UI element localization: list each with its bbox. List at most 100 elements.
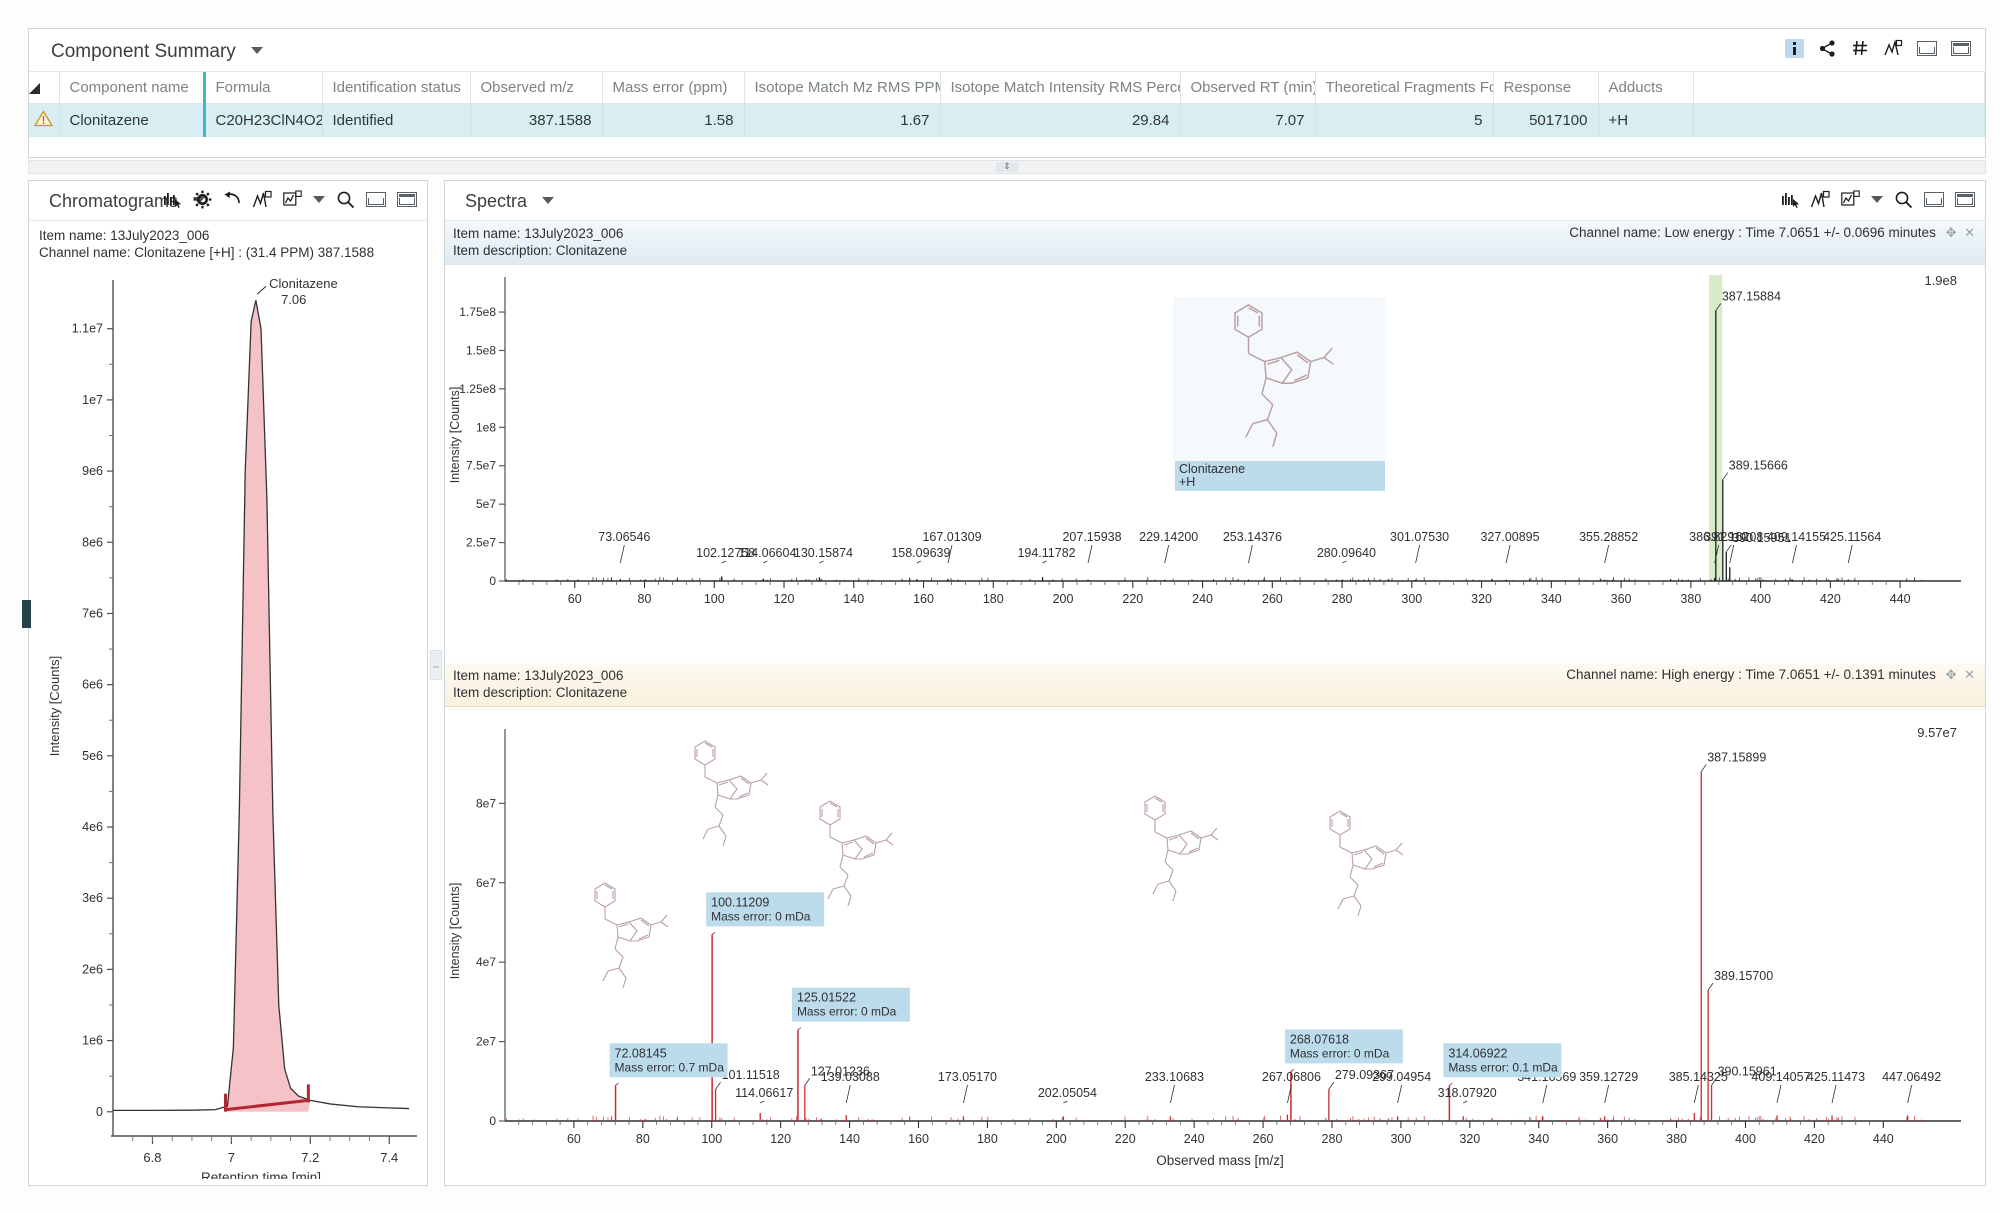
- high-energy-spectrum-plot[interactable]: 9.57e7 0 2e7 4e7 6e7 8e7 60 80 100 120 140 160 180 20…: [445, 707, 1985, 1207]
- x-tick-label: 200: [1046, 1132, 1067, 1146]
- fragment-mass-error-label: Mass error: 0 mDa: [711, 909, 811, 923]
- high-energy-spectrum-section: Item name: 13July2023_006 Item descripti…: [445, 663, 1985, 1185]
- fragment-structure-4: [1144, 795, 1219, 902]
- chromatograms-toolbar: [163, 190, 417, 209]
- peak-mz-label: 202.05054: [1038, 1086, 1097, 1100]
- maximize-window-icon[interactable]: [397, 192, 417, 207]
- peak-annotate-icon[interactable]: [253, 190, 272, 209]
- chevron-down-icon[interactable]: [542, 197, 555, 204]
- restore-window-icon[interactable]: [1924, 192, 1944, 207]
- chevron-down-icon[interactable]: [313, 196, 325, 203]
- peak-mz-label: 391.16208: [1704, 530, 1763, 544]
- chromatograms-panel: Chromatograms Item name: 13July2023_006 …: [28, 180, 428, 1186]
- x-tick-label: 300: [1390, 1132, 1411, 1146]
- chevron-down-icon[interactable]: [1871, 196, 1883, 203]
- x-tick-label: 60: [567, 1132, 581, 1146]
- col-isotope-match-mz-rms-ppm[interactable]: Isotope Match Mz RMS PPM: [744, 72, 941, 104]
- bar-pick-icon[interactable]: [1781, 190, 1800, 209]
- x-tick-label: 220: [1122, 592, 1143, 606]
- col-observed-mz[interactable]: Observed m/z: [470, 72, 603, 104]
- component-summary-title-text: Component Summary: [51, 41, 236, 62]
- col-isotope-match-intensity-rms-percent[interactable]: Isotope Match Intensity RMS Percent: [940, 72, 1181, 104]
- col-mass-error-ppm[interactable]: Mass error (ppm): [602, 72, 745, 104]
- x-axis-label: Observed mass [m/z]: [1156, 1153, 1284, 1168]
- x-tick-label: 320: [1471, 592, 1492, 606]
- zoom-icon[interactable]: [336, 190, 355, 209]
- peak-mz-label: 299.04954: [1372, 1070, 1431, 1084]
- x-tick-label: 300: [1401, 592, 1422, 606]
- col-adducts[interactable]: Adducts: [1598, 72, 1694, 104]
- x-tick-label: 140: [843, 592, 864, 606]
- info-icon[interactable]: [1785, 39, 1804, 58]
- y-tick-label: 4e7: [476, 955, 496, 969]
- peak-leader-line: [1542, 1084, 1548, 1104]
- x-tick-label: 340: [1528, 1132, 1549, 1146]
- maximize-window-icon[interactable]: [1955, 192, 1975, 207]
- splitter-grip-icon[interactable]: ⇕: [996, 162, 1018, 172]
- x-tick-label: 80: [638, 592, 652, 606]
- zoom-icon[interactable]: [1894, 190, 1913, 209]
- x-tick-label: 440: [1873, 1132, 1894, 1146]
- fragment-structure-2: [694, 740, 769, 847]
- cell-observed-rt-min: 7.07: [1180, 103, 1316, 137]
- col-formula[interactable]: Formula: [202, 72, 323, 104]
- gear-icon[interactable]: [193, 190, 212, 209]
- x-tick-label: 100: [701, 1132, 722, 1146]
- fragment-mass-error-label: Mass error: 0.1 mDa: [1448, 1060, 1558, 1074]
- chromatogram-peak-rt-label: 7.06: [281, 292, 306, 307]
- peak-mz-label: 387.15899: [1707, 751, 1766, 765]
- bar-pick-icon[interactable]: [163, 190, 182, 209]
- col-identification-status[interactable]: Identification status: [322, 72, 471, 104]
- col-component-name[interactable]: Component name: [59, 72, 205, 104]
- sort-indicator-header[interactable]: [29, 72, 60, 104]
- cell-formula: C20H23ClN4O2: [202, 103, 323, 137]
- col-theoretical-fragments-found[interactable]: Theoretical Fragments Found: [1315, 72, 1494, 104]
- restore-window-icon[interactable]: [1917, 41, 1937, 56]
- peak-annotate-icon[interactable]: [1811, 190, 1830, 209]
- y-tick-label: 1e8: [476, 420, 496, 434]
- col-response[interactable]: Response: [1493, 72, 1599, 104]
- pin-close-icons[interactable]: ✥ ✕: [1946, 225, 1977, 240]
- share-icon[interactable]: [1818, 39, 1837, 58]
- y-tick-label: 5e7: [476, 497, 496, 511]
- peak-mz-label: 389.15700: [1714, 969, 1773, 983]
- fragment-mz-label: 125.01522: [797, 991, 856, 1005]
- undo-icon[interactable]: [223, 190, 242, 209]
- fragment-mass-error-label: Mass error: 0 mDa: [1290, 1046, 1390, 1060]
- vertical-splitter[interactable]: ⇔: [430, 650, 442, 680]
- peak-leader-line: [963, 1084, 968, 1104]
- restore-window-icon[interactable]: [366, 192, 386, 207]
- x-tick-label: 6.8: [143, 1150, 161, 1165]
- chromatogram-plot[interactable]: 0 1e6 2e6 3e6 4e6 5e6 6e6 7e6 8e6 9e6 1e7 1.1e7 6.8 7…: [37, 264, 421, 1185]
- component-summary-toolbar: [1785, 39, 1971, 58]
- chromatogram-info-header: Item name: 13July2023_006 Channel name: …: [37, 225, 419, 264]
- peak-leader-line: [1604, 1084, 1610, 1104]
- table-row[interactable]: Clonitazene C20H23ClN4O2 Identified 387.…: [29, 103, 1985, 137]
- row-status-icon-cell: [29, 103, 60, 137]
- pin-close-icons[interactable]: ✥ ✕: [1946, 667, 1977, 682]
- peak-leader-line: [1725, 544, 1732, 553]
- peak-mz-label: 173.05170: [938, 1070, 997, 1084]
- maximize-window-icon[interactable]: [1951, 41, 1971, 56]
- component-summary-title[interactable]: Component Summary: [51, 41, 264, 63]
- horizontal-splitter[interactable]: ⇕: [28, 160, 1986, 174]
- spectra-panel: Spectra Item name: 13July2023_006 Item d…: [444, 180, 1986, 1186]
- cell-response: 5017100: [1493, 103, 1599, 137]
- warning-triangle-icon: [34, 109, 54, 131]
- col-observed-rt-min[interactable]: Observed RT (min): [1180, 72, 1316, 104]
- spectra-title[interactable]: Spectra: [465, 191, 555, 212]
- cell-isotope-match-intensity-rms-percent: 29.84: [940, 103, 1181, 137]
- x-tick-label: 7.2: [301, 1150, 319, 1165]
- peak-pick-icon[interactable]: [1884, 39, 1903, 58]
- chart-type-icon[interactable]: [283, 190, 302, 209]
- chart-type-icon[interactable]: [1841, 190, 1860, 209]
- structure-panel-background: [1173, 297, 1385, 489]
- hash-icon[interactable]: [1851, 39, 1870, 58]
- x-tick-label: 260: [1253, 1132, 1274, 1146]
- fragment-mz-label: 100.11209: [711, 895, 769, 909]
- low-energy-spectrum-plot[interactable]: 1.9e8 0 2.5e7 5e7 7.5e7 1e8 1.25e8 1.5e8 1.75e8 6…: [445, 265, 1985, 665]
- chevron-down-icon[interactable]: [251, 47, 264, 54]
- peak-leader-line: [715, 1082, 721, 1090]
- chromatogram-chart-host: Item name: 13July2023_006 Channel name: …: [37, 225, 421, 1185]
- cell-identification-status: Identified: [322, 103, 471, 137]
